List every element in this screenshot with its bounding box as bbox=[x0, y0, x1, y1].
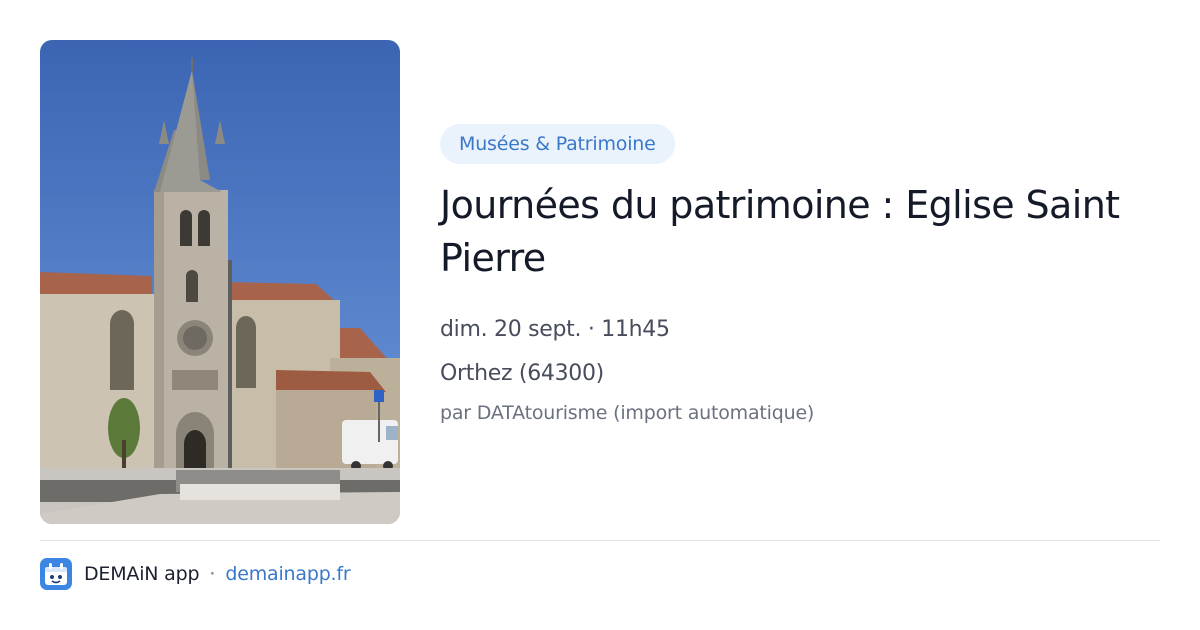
event-image[interactable] bbox=[40, 40, 400, 524]
event-datetime: dim. 20 sept. · 11h45 bbox=[440, 317, 670, 342]
category-badge[interactable]: Musées & Patrimoine bbox=[440, 124, 675, 164]
app-website-link[interactable]: demainapp.fr bbox=[225, 563, 350, 585]
church-photo bbox=[40, 40, 400, 524]
demain-app-logo-icon[interactable] bbox=[40, 558, 72, 590]
event-location: Orthez (64300) bbox=[440, 361, 604, 386]
event-details: Musées & Patrimoine Journées du patrimoi… bbox=[440, 124, 1160, 427]
app-name: DEMAiN app bbox=[84, 563, 200, 585]
footer-separator: · bbox=[209, 563, 216, 585]
footer: DEMAiN app · demainapp.fr bbox=[40, 558, 351, 590]
event-source: par DATAtourisme (import automatique) bbox=[440, 402, 815, 424]
event-title[interactable]: Journées du patrimoine : Eglise Saint Pi… bbox=[440, 179, 1160, 285]
divider bbox=[40, 540, 1160, 541]
